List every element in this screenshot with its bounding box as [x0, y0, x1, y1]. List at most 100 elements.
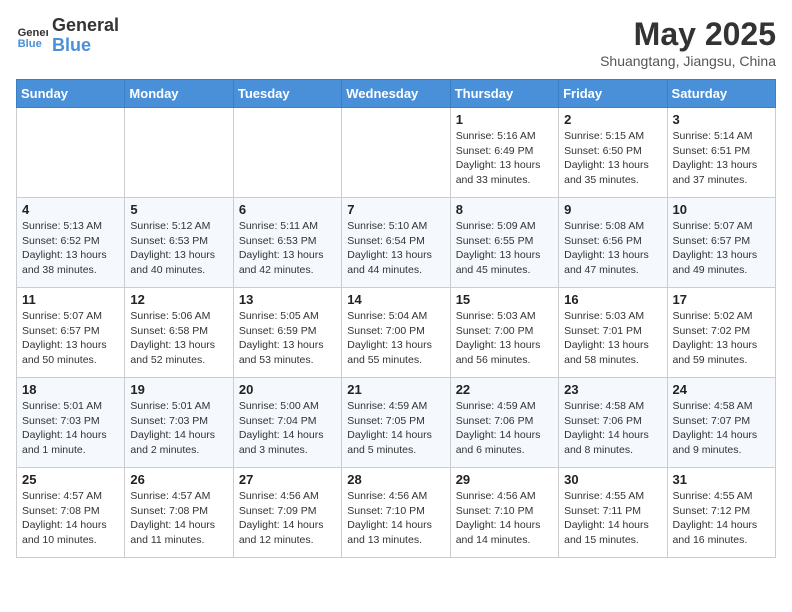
day-info: Sunrise: 4:58 AM Sunset: 7:06 PM Dayligh…	[564, 399, 661, 458]
calendar-cell: 3Sunrise: 5:14 AM Sunset: 6:51 PM Daylig…	[667, 108, 775, 198]
day-number: 28	[347, 472, 444, 487]
day-info: Sunrise: 4:56 AM Sunset: 7:10 PM Dayligh…	[456, 489, 553, 548]
day-number: 20	[239, 382, 336, 397]
calendar-table: SundayMondayTuesdayWednesdayThursdayFrid…	[16, 79, 776, 558]
weekday-header-wednesday: Wednesday	[342, 80, 450, 108]
day-info: Sunrise: 5:16 AM Sunset: 6:49 PM Dayligh…	[456, 129, 553, 188]
day-info: Sunrise: 5:07 AM Sunset: 6:57 PM Dayligh…	[673, 219, 770, 278]
location-subtitle: Shuangtang, Jiangsu, China	[600, 53, 776, 69]
logo-icon: General Blue	[16, 20, 48, 52]
day-number: 16	[564, 292, 661, 307]
day-info: Sunrise: 4:56 AM Sunset: 7:09 PM Dayligh…	[239, 489, 336, 548]
day-number: 22	[456, 382, 553, 397]
day-number: 26	[130, 472, 227, 487]
calendar-cell: 12Sunrise: 5:06 AM Sunset: 6:58 PM Dayli…	[125, 288, 233, 378]
day-number: 18	[22, 382, 119, 397]
calendar-cell: 4 Sunrise: 5:13 AM Sunset: 6:52 PM Daylig…	[17, 198, 125, 288]
calendar-cell: 16 Sunrise: 5:03 AM Sunset: 7:01 PM Dayli…	[559, 288, 667, 378]
day-number: 19	[130, 382, 227, 397]
calendar-cell	[17, 108, 125, 198]
calendar-cell: 29 Sunrise: 4:56 AM Sunset: 7:10 PM Dayli…	[450, 468, 558, 558]
weekday-header-thursday: Thursday	[450, 80, 558, 108]
calendar-cell: 30Sunrise: 4:55 AM Sunset: 7:11 PM Dayli…	[559, 468, 667, 558]
day-info: Sunrise: 5:01 AM Sunset: 7:03 PM Dayligh…	[22, 399, 119, 458]
day-number: 10	[673, 202, 770, 217]
day-info: Sunrise: 5:03 AM Sunset: 7:00 PM Dayligh…	[456, 309, 553, 368]
day-number: 6	[239, 202, 336, 217]
day-number: 4	[22, 202, 119, 217]
weekday-header-saturday: Saturday	[667, 80, 775, 108]
calendar-cell: 15 Sunrise: 5:03 AM Sunset: 7:00 PM Dayli…	[450, 288, 558, 378]
day-info: Sunrise: 5:11 AM Sunset: 6:53 PM Dayligh…	[239, 219, 336, 278]
day-info: Sunrise: 5:05 AM Sunset: 6:59 PM Dayligh…	[239, 309, 336, 368]
day-info: Sunrise: 4:59 AM Sunset: 7:06 PM Dayligh…	[456, 399, 553, 458]
calendar-cell	[233, 108, 341, 198]
calendar-cell: 17Sunrise: 5:02 AM Sunset: 7:02 PM Dayli…	[667, 288, 775, 378]
day-info: Sunrise: 5:02 AM Sunset: 7:02 PM Dayligh…	[673, 309, 770, 368]
day-info: Sunrise: 5:04 AM Sunset: 7:00 PM Dayligh…	[347, 309, 444, 368]
calendar-body: 1Sunrise: 5:16 AM Sunset: 6:49 PM Daylig…	[17, 108, 776, 558]
day-number: 27	[239, 472, 336, 487]
day-number: 15	[456, 292, 553, 307]
day-info: Sunrise: 5:00 AM Sunset: 7:04 PM Dayligh…	[239, 399, 336, 458]
calendar-cell: 28 Sunrise: 4:56 AM Sunset: 7:10 PM Dayli…	[342, 468, 450, 558]
calendar-cell: 9 Sunrise: 5:08 AM Sunset: 6:56 PM Daylig…	[559, 198, 667, 288]
day-info: Sunrise: 4:57 AM Sunset: 7:08 PM Dayligh…	[22, 489, 119, 548]
svg-text:General: General	[18, 27, 48, 39]
day-number: 24	[673, 382, 770, 397]
calendar-cell: 19 Sunrise: 5:01 AM Sunset: 7:03 PM Dayli…	[125, 378, 233, 468]
calendar-cell: 20 Sunrise: 5:00 AM Sunset: 7:04 PM Dayli…	[233, 378, 341, 468]
calendar-cell: 26 Sunrise: 4:57 AM Sunset: 7:08 PM Dayli…	[125, 468, 233, 558]
day-info: Sunrise: 5:14 AM Sunset: 6:51 PM Dayligh…	[673, 129, 770, 188]
day-info: Sunrise: 4:56 AM Sunset: 7:10 PM Dayligh…	[347, 489, 444, 548]
logo-text: General Blue	[52, 16, 119, 56]
day-info: Sunrise: 5:13 AM Sunset: 6:52 PM Dayligh…	[22, 219, 119, 278]
calendar-cell: 5 Sunrise: 5:12 AM Sunset: 6:53 PM Daylig…	[125, 198, 233, 288]
day-number: 23	[564, 382, 661, 397]
day-info: Sunrise: 5:03 AM Sunset: 7:01 PM Dayligh…	[564, 309, 661, 368]
week-row-5: 25Sunrise: 4:57 AM Sunset: 7:08 PM Dayli…	[17, 468, 776, 558]
calendar-cell: 27 Sunrise: 4:56 AM Sunset: 7:09 PM Dayli…	[233, 468, 341, 558]
weekday-header-tuesday: Tuesday	[233, 80, 341, 108]
day-info: Sunrise: 5:01 AM Sunset: 7:03 PM Dayligh…	[130, 399, 227, 458]
day-number: 5	[130, 202, 227, 217]
week-row-1: 1Sunrise: 5:16 AM Sunset: 6:49 PM Daylig…	[17, 108, 776, 198]
day-number: 31	[673, 472, 770, 487]
day-info: Sunrise: 4:55 AM Sunset: 7:12 PM Dayligh…	[673, 489, 770, 548]
day-info: Sunrise: 5:15 AM Sunset: 6:50 PM Dayligh…	[564, 129, 661, 188]
day-number: 13	[239, 292, 336, 307]
calendar-cell: 22 Sunrise: 4:59 AM Sunset: 7:06 PM Dayli…	[450, 378, 558, 468]
day-info: Sunrise: 5:07 AM Sunset: 6:57 PM Dayligh…	[22, 309, 119, 368]
calendar-cell	[342, 108, 450, 198]
calendar-cell: 24 Sunrise: 4:58 AM Sunset: 7:07 PM Dayli…	[667, 378, 775, 468]
page-header: General Blue General Blue May 2025 Shuan…	[16, 16, 776, 69]
weekday-header-friday: Friday	[559, 80, 667, 108]
day-number: 12	[130, 292, 227, 307]
day-info: Sunrise: 4:59 AM Sunset: 7:05 PM Dayligh…	[347, 399, 444, 458]
weekday-row: SundayMondayTuesdayWednesdayThursdayFrid…	[17, 80, 776, 108]
calendar-cell: 2Sunrise: 5:15 AM Sunset: 6:50 PM Daylig…	[559, 108, 667, 198]
day-number: 29	[456, 472, 553, 487]
day-number: 30	[564, 472, 661, 487]
weekday-header-sunday: Sunday	[17, 80, 125, 108]
calendar-cell: 11 Sunrise: 5:07 AM Sunset: 6:57 PM Dayli…	[17, 288, 125, 378]
day-info: Sunrise: 5:10 AM Sunset: 6:54 PM Dayligh…	[347, 219, 444, 278]
calendar-cell: 6 Sunrise: 5:11 AM Sunset: 6:53 PM Daylig…	[233, 198, 341, 288]
calendar-cell: 14 Sunrise: 5:04 AM Sunset: 7:00 PM Dayli…	[342, 288, 450, 378]
day-info: Sunrise: 4:58 AM Sunset: 7:07 PM Dayligh…	[673, 399, 770, 458]
day-info: Sunrise: 5:12 AM Sunset: 6:53 PM Dayligh…	[130, 219, 227, 278]
day-number: 14	[347, 292, 444, 307]
day-number: 9	[564, 202, 661, 217]
calendar-cell: 31 Sunrise: 4:55 AM Sunset: 7:12 PM Dayli…	[667, 468, 775, 558]
week-row-2: 4 Sunrise: 5:13 AM Sunset: 6:52 PM Daylig…	[17, 198, 776, 288]
day-number: 8	[456, 202, 553, 217]
week-row-3: 11 Sunrise: 5:07 AM Sunset: 6:57 PM Dayli…	[17, 288, 776, 378]
day-info: Sunrise: 5:08 AM Sunset: 6:56 PM Dayligh…	[564, 219, 661, 278]
week-row-4: 18 Sunrise: 5:01 AM Sunset: 7:03 PM Dayli…	[17, 378, 776, 468]
calendar-cell: 13 Sunrise: 5:05 AM Sunset: 6:59 PM Dayli…	[233, 288, 341, 378]
calendar-cell	[125, 108, 233, 198]
day-info: Sunrise: 4:57 AM Sunset: 7:08 PM Dayligh…	[130, 489, 227, 548]
day-number: 11	[22, 292, 119, 307]
calendar-cell: 8 Sunrise: 5:09 AM Sunset: 6:55 PM Daylig…	[450, 198, 558, 288]
day-info: Sunrise: 5:09 AM Sunset: 6:55 PM Dayligh…	[456, 219, 553, 278]
